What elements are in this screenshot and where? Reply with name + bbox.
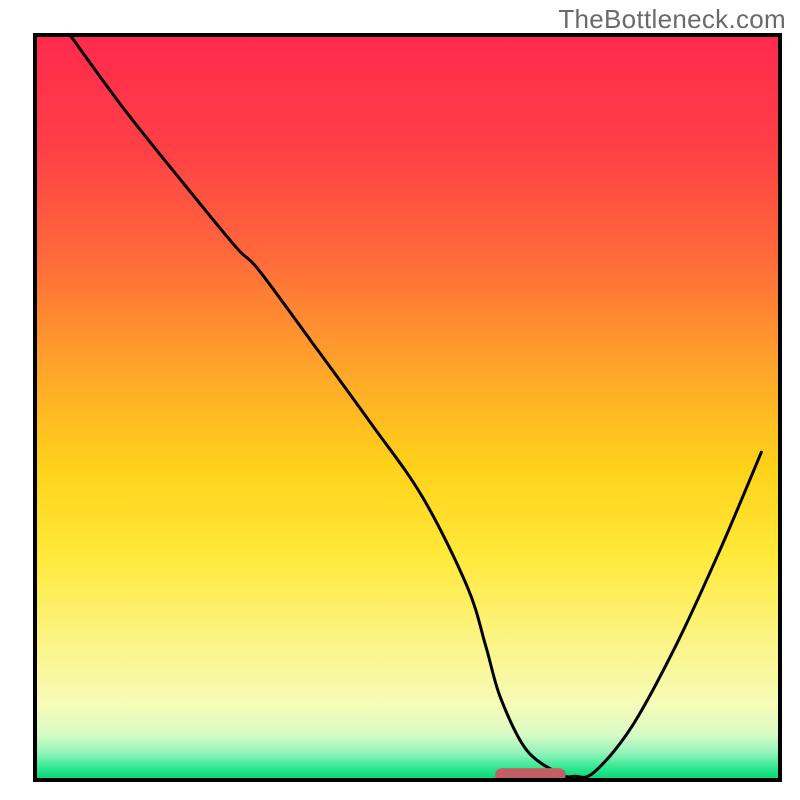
chart-container: TheBottleneck.com [0, 0, 800, 800]
gradient-background [35, 35, 780, 780]
bottleneck-chart [0, 0, 800, 800]
plot-area [35, 35, 780, 781]
watermark-text: TheBottleneck.com [558, 4, 786, 35]
